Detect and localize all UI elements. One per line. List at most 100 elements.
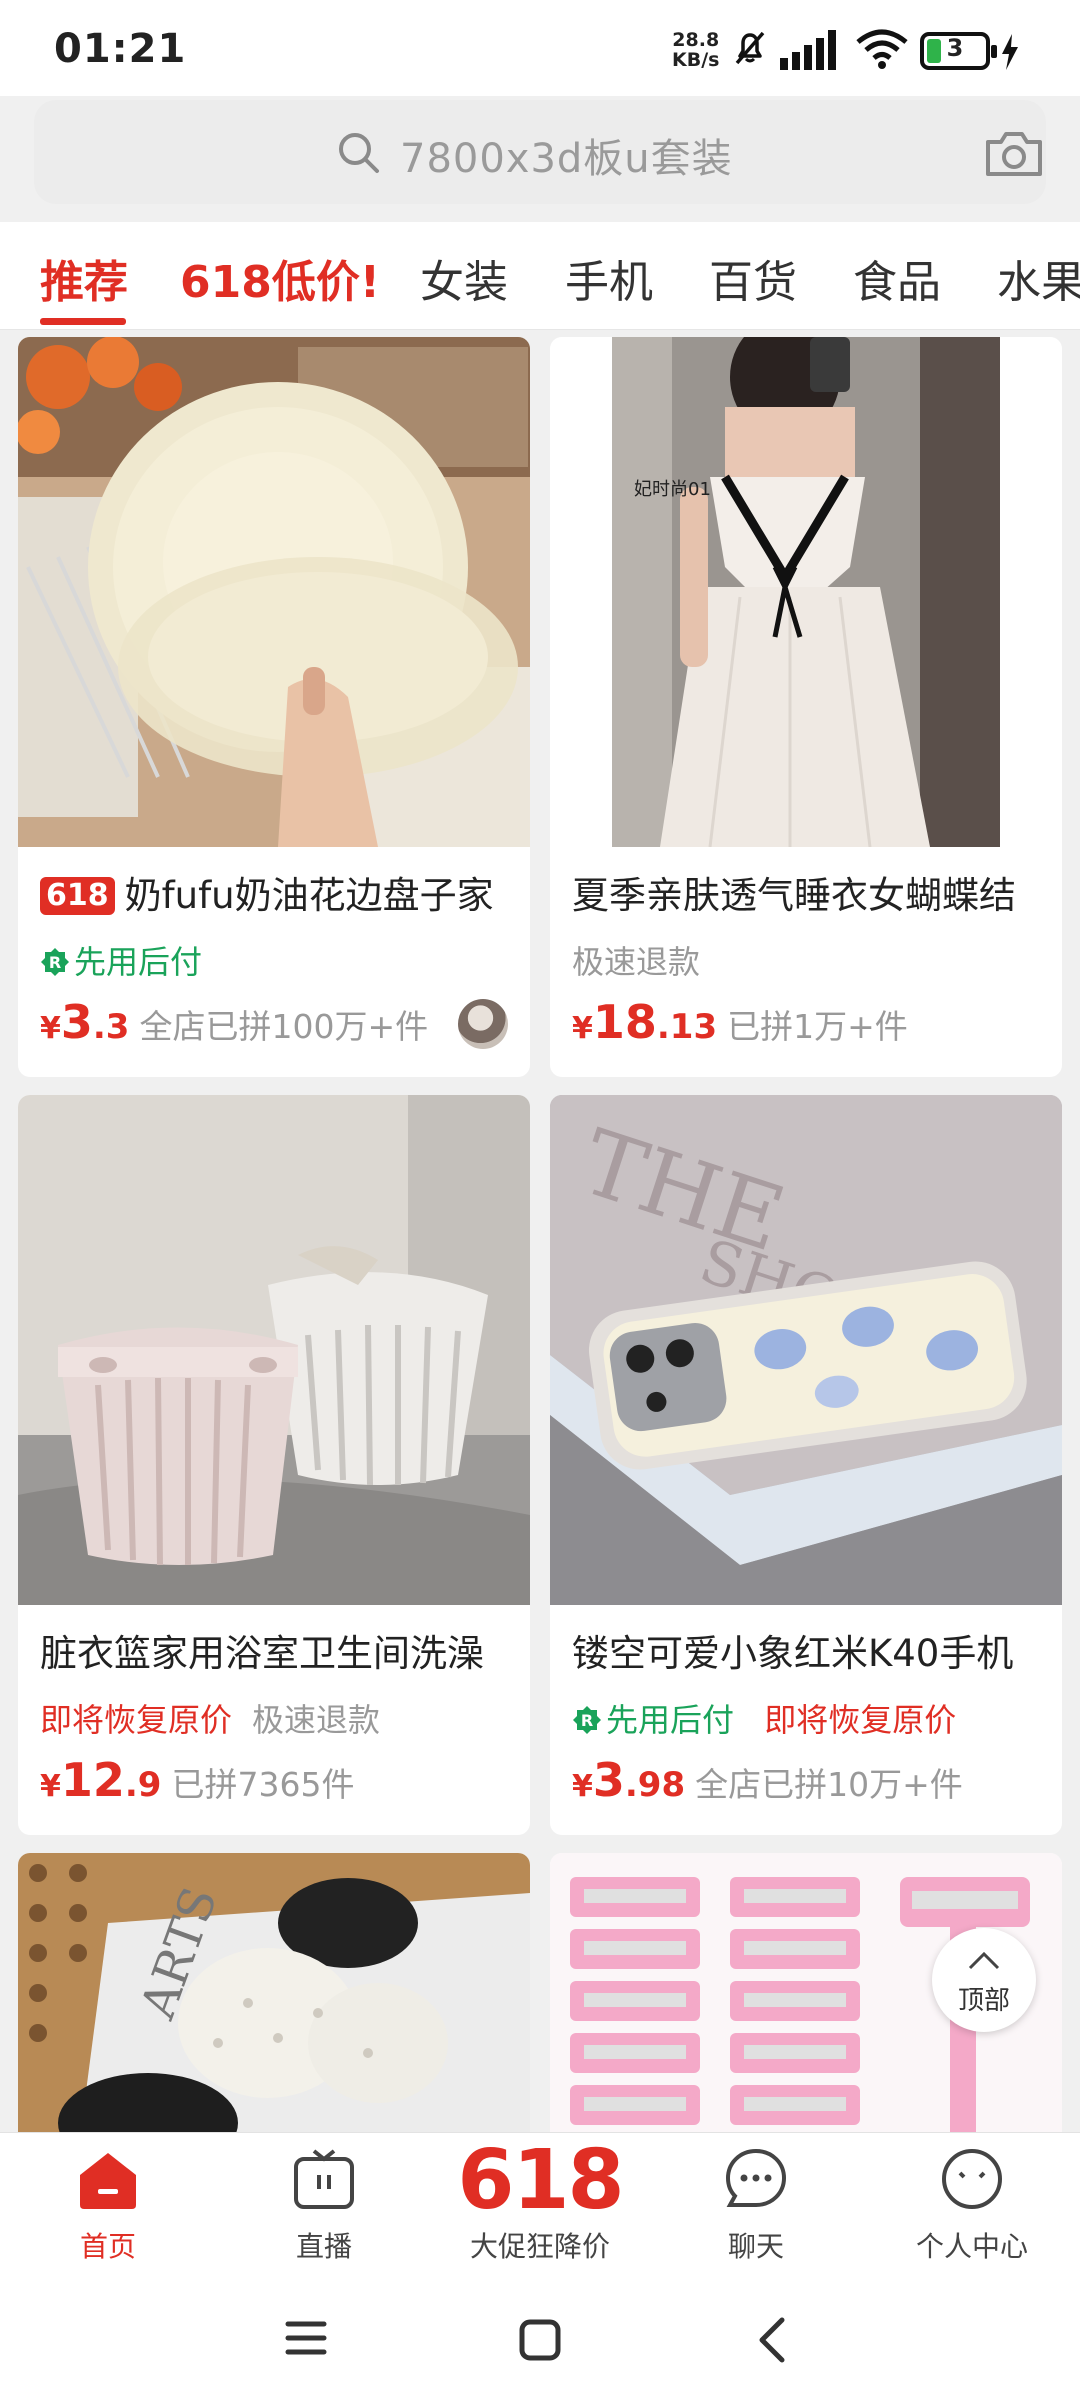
status-bar: 01:21 28.8 KB/s 3 [0,0,1080,96]
product-card[interactable]: 脏衣篮家用浴室卫生间洗澡 即将恢复原价 极速退款 ¥12.9 已拼7365件 [18,1095,530,1835]
sales-count: 全店已拼10万+件 [695,1765,963,1804]
bottom-navigation: 首页 直播 618 大促狂降价 聊天 个人中心 [0,2132,1080,2276]
signal-icon [780,28,842,76]
tab-general-goods[interactable]: 百货 [709,246,797,310]
system-navigation-bar [0,2276,1080,2400]
price-line: ¥3.3 全店已拼100万+件 [40,995,428,1049]
tab-womens-wear[interactable]: 女装 [420,246,508,310]
buyer-avatar [458,999,508,1049]
camera-search-icon[interactable] [984,128,1044,182]
home-icon [76,2147,140,2215]
product-title-text: 奶fufu奶油花边盘子家 [124,874,494,917]
product-card[interactable]: 618 奶fufu奶油花边盘子家 R 先用后付 ¥3.3 全店已拼100万+件 [18,337,530,1077]
product-image-caption: 妃时尚01 [634,479,711,500]
svg-text:R: R [49,953,61,972]
pay-later-icon: R [573,1706,601,1734]
tab-fruit[interactable]: 水果 [997,246,1080,310]
nav-profile-label: 个人中心 [915,2230,1028,2263]
status-time: 01:21 [54,26,187,72]
wifi-icon [856,28,908,74]
product-tags: 极速退款 [572,937,720,983]
product-tags: R 先用后付 即将恢复原价 [572,1695,976,1741]
product-image[interactable] [18,337,530,847]
currency-symbol: ¥ [40,1769,61,1804]
nav-chat-label: 聊天 [727,2230,784,2263]
price-decimal: .9 [124,1765,162,1805]
promo-618-badge: 618 [40,877,115,915]
product-image[interactable]: ARTS [18,1853,530,2153]
tag-pay-later: R 先用后付 [572,1701,744,1739]
tag-fast-refund: 极速退款 [572,943,701,981]
nav-profile[interactable]: 个人中心 [864,2133,1080,2277]
price-line: ¥18.13 已拼1万+件 [572,995,908,1049]
network-speed: 28.8 KB/s [672,30,719,70]
nav-live[interactable]: 直播 [216,2133,432,2277]
product-image[interactable]: 妃时尚01 [550,337,1062,847]
nav-home-label: 首页 [79,2230,136,2263]
menu-icon[interactable] [284,2318,328,2362]
svg-text:R: R [581,1711,593,1730]
price-decimal: .98 [624,1765,686,1805]
back-to-top-label: 顶部 [957,1986,1010,2016]
product-tags: R 先用后付 [40,937,222,983]
price-integer: 3 [592,1753,625,1807]
home-square-icon[interactable] [518,2318,562,2366]
product-card[interactable]: THE SHON 镂空可爱小象红米K40手机 R先用后付 即将恢复原价 [550,1095,1062,1835]
nav-live-label: 直播 [295,2230,352,2263]
charging-icon [1000,34,1020,74]
tab-618-low-price[interactable]: 618低价! [180,246,380,310]
product-title[interactable]: 脏衣篮家用浴室卫生间洗澡 [40,1623,512,1677]
sales-count: 已拼1万+件 [727,1007,908,1046]
nav-618-label: 大促狂降价 [469,2230,610,2263]
product-image[interactable]: THE SHON [550,1095,1062,1605]
tv-live-icon [292,2147,356,2215]
price-line: ¥12.9 已拼7365件 [40,1753,354,1807]
price-decimal: .3 [92,1007,130,1047]
battery-level: 3 [946,34,964,62]
pay-later-icon: R [41,948,69,976]
search-icon [336,130,382,180]
tag-price-restore: 即将恢复原价 [764,1701,957,1739]
chat-bubble-icon [724,2147,788,2215]
category-tabs: 推荐 618低价! 女装 手机 百货 食品 水果 [0,222,1080,330]
currency-symbol: ¥ [572,1769,593,1804]
product-title[interactable]: 618 奶fufu奶油花边盘子家 [40,865,512,919]
tag-price-restore: 即将恢复原价 [40,1701,233,1739]
product-card[interactable]: ARTS [18,1853,530,2153]
chevron-up-icon [968,1951,1000,1970]
product-title[interactable]: 夏季亲肤透气睡衣女蝴蝶结 [572,865,1044,919]
network-speed-unit: KB/s [672,49,720,71]
search-bar[interactable]: 7800x3d板u套装 [34,100,1046,204]
tab-food[interactable]: 食品 [853,246,941,310]
currency-symbol: ¥ [40,1011,61,1046]
price-integer: 12 [60,1753,125,1807]
tab-recommend[interactable]: 推荐 [40,246,128,310]
price-integer: 3 [60,995,93,1049]
tab-phones[interactable]: 手机 [565,246,653,310]
tag-fast-refund: 极速退款 [252,1701,381,1739]
product-title[interactable]: 镂空可爱小象红米K40手机 [572,1623,1044,1677]
nav-home[interactable]: 首页 [0,2133,216,2277]
currency-symbol: ¥ [572,1011,593,1046]
promo-618-logo: 618 [457,2133,624,2228]
price-decimal: .13 [656,1007,718,1047]
product-image[interactable] [18,1095,530,1605]
network-speed-value: 28.8 [672,29,720,51]
profile-face-icon [940,2147,1004,2215]
back-icon[interactable] [754,2316,790,2368]
product-card[interactable]: 妃时尚01 夏季亲肤透气睡衣女蝴蝶结 极速退款 ¥18.13 已拼1万+件 [550,337,1062,1077]
back-to-top-button[interactable]: 顶部 [932,1928,1036,2032]
nav-chat[interactable]: 聊天 [648,2133,864,2277]
price-integer: 18 [592,995,657,1049]
tag-pay-later: R 先用后付 [40,943,202,981]
sales-count: 已拼7365件 [171,1765,355,1804]
sales-count: 全店已拼100万+件 [139,1007,429,1046]
product-feed: 618奶fufu奶油花边盘子家 R先用后付 ¥3.3全店已拼100万+件 [0,331,1080,2153]
nav-618-promo[interactable]: 618 大促狂降价 [432,2133,648,2277]
battery-indicator: 3 [920,32,997,70]
active-tab-indicator [40,318,126,325]
mute-bell-icon [730,28,770,72]
app-screen: 01:21 28.8 KB/s 3 7800x3d板u套装 推荐 618低价! … [0,0,1080,2400]
search-placeholder[interactable]: 7800x3d板u套装 [400,126,733,184]
product-tags: 即将恢复原价 极速退款 [40,1695,400,1741]
